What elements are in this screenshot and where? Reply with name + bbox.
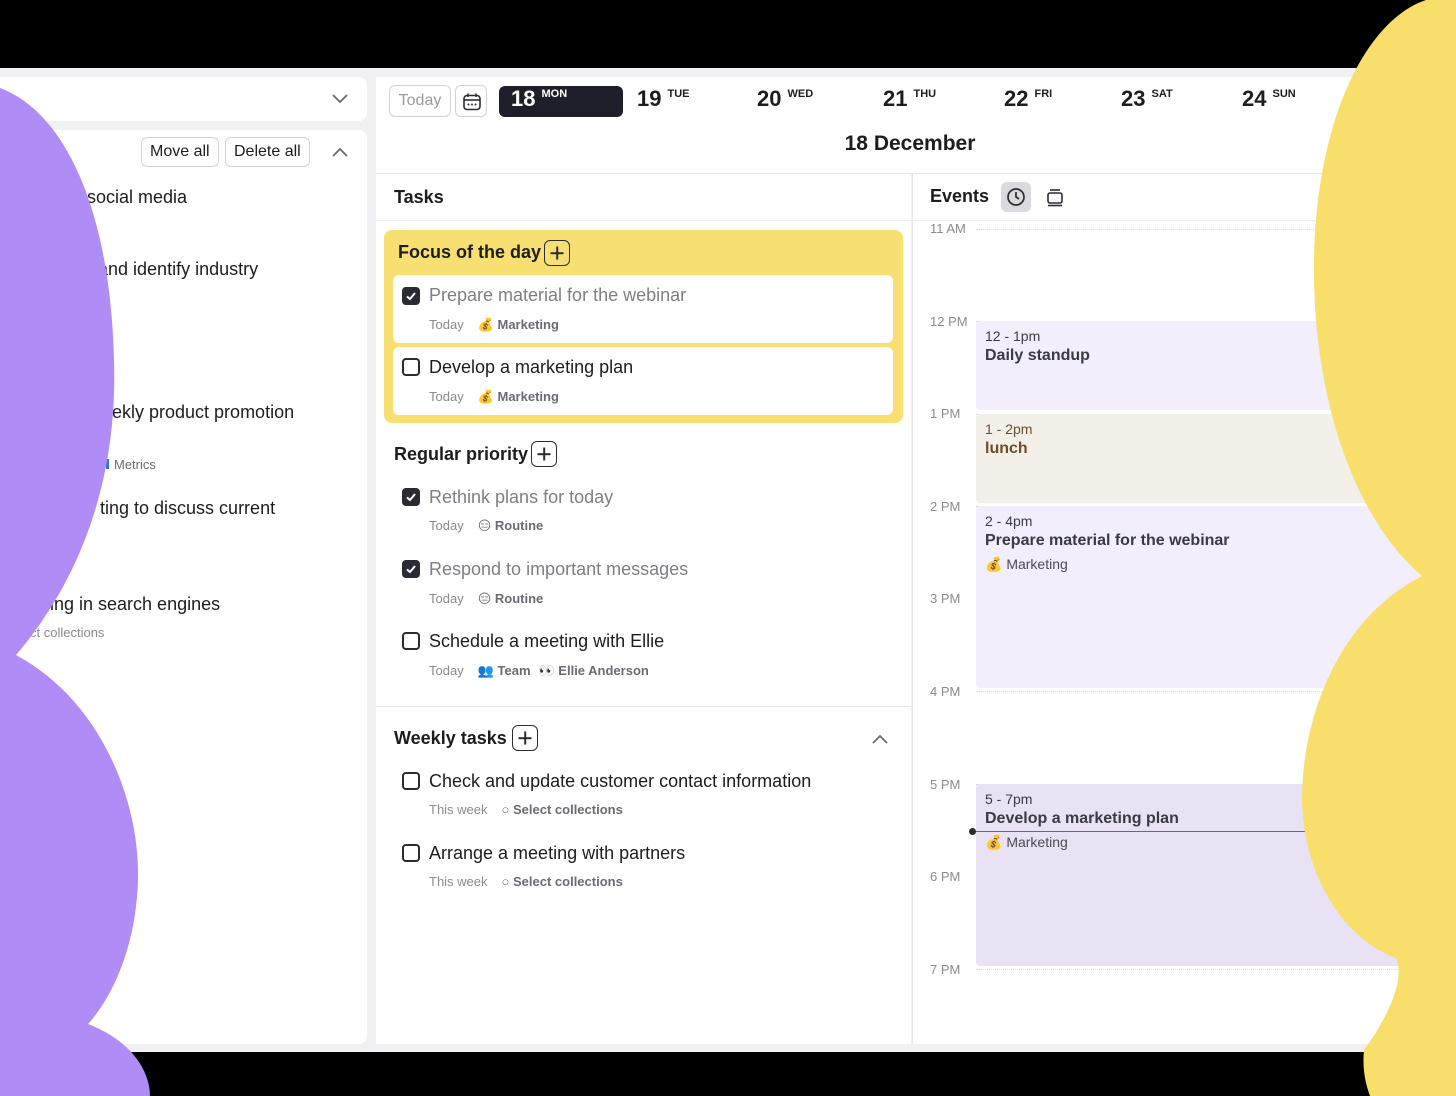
hour-label: 4 PM (930, 684, 961, 699)
task-checkbox[interactable] (402, 287, 420, 305)
task-title[interactable]: Arrange a meeting with partners (429, 843, 685, 864)
task-title[interactable]: Respond to important messages (429, 559, 688, 580)
day-tab-mon[interactable]: 18 MON (499, 86, 623, 117)
day-of-week: TUE (667, 88, 690, 100)
task-title[interactable]: Schedule a meeting with Ellie (429, 631, 664, 652)
task-title[interactable]: Rethink plans for today (429, 487, 613, 508)
task-checkbox[interactable] (402, 632, 420, 650)
task-collection[interactable]: 😑 Routine (478, 518, 544, 533)
task-collection[interactable]: 👥 Team (478, 663, 531, 678)
day-number: 22 (1004, 86, 1029, 111)
focus-title: Focus of the day (398, 242, 542, 262)
chevron-down-icon[interactable] (331, 91, 349, 109)
task-collection[interactable]: 💰 Marketing (478, 317, 559, 332)
timeline-view-button[interactable] (1001, 182, 1031, 212)
day-number: 19 (637, 86, 662, 111)
events-heading: Events (930, 186, 990, 206)
task-meta: This week ○ Select collections (429, 874, 623, 889)
add-weekly-task-button[interactable] (512, 725, 538, 751)
task-due: Today (429, 518, 464, 533)
list-view-button[interactable] (1040, 182, 1070, 212)
calendar-icon (463, 93, 481, 111)
weekly-tasks-title: Weekly tasks (394, 728, 507, 748)
task-due: Today (429, 663, 464, 678)
day-of-week: FRI (1034, 88, 1053, 100)
calendar-button[interactable] (455, 85, 487, 117)
task-title[interactable]: Check and update customer contact inform… (429, 771, 811, 792)
task-assignee[interactable]: 👀 Ellie Anderson (539, 663, 649, 678)
hour-label: 6 PM (930, 869, 961, 884)
divider (376, 706, 911, 707)
task-title[interactable]: Prepare material for the webinar (429, 285, 686, 306)
task-due: Today (429, 591, 464, 606)
check-icon (406, 493, 416, 502)
current-time-line (972, 831, 1312, 832)
task-title[interactable]: Develop a marketing plan (429, 357, 633, 378)
task-due: Today (429, 317, 464, 332)
task-checkbox[interactable] (402, 772, 420, 790)
selected-date-title: 18 December (844, 132, 976, 155)
task-due: Today (429, 389, 464, 404)
day-tab-thu[interactable]: 21 THU (883, 86, 936, 117)
task-meta: Today 😑 Routine (429, 591, 543, 607)
hour-label: 5 PM (930, 777, 961, 792)
purple-blob-decoration (0, 88, 150, 1096)
task-collection[interactable]: 😑 Routine (478, 591, 544, 606)
current-time-indicator (969, 828, 976, 835)
task-meta: Today 👥 Team 👀 Ellie Anderson (429, 663, 649, 679)
day-of-week: SAT (1151, 88, 1173, 100)
hour-label: 11 AM (930, 221, 966, 236)
hour-label: 2 PM (930, 499, 961, 514)
task-meta: Today 💰 Marketing (429, 389, 559, 405)
hour-label: 7 PM (930, 962, 961, 977)
day-of-week: SUN (1272, 88, 1296, 100)
day-of-week: MON (541, 88, 568, 100)
task-checkbox[interactable] (402, 488, 420, 506)
day-number: 21 (883, 86, 908, 111)
task-due: This week (429, 802, 488, 817)
hour-label: 1 PM (930, 406, 961, 421)
divider (376, 220, 911, 221)
task-collection[interactable]: 💰 Marketing (478, 389, 559, 404)
stack-icon (1047, 189, 1063, 207)
check-icon (406, 292, 416, 301)
delete-all-button[interactable]: Delete all (225, 137, 310, 167)
tasks-heading: Tasks (394, 187, 444, 207)
chevron-up-icon[interactable] (871, 732, 889, 750)
day-number: 23 (1121, 86, 1146, 111)
day-number: 18 (511, 86, 536, 111)
select-collections-link[interactable]: ○ Select collections (502, 874, 623, 889)
day-of-week: WED (787, 88, 814, 100)
today-button[interactable]: Today (389, 85, 451, 117)
task-meta: Today 💰 Marketing (429, 317, 559, 333)
task-due: This week (429, 874, 488, 889)
day-of-week: THU (913, 88, 937, 100)
yellow-blob-decoration (1302, 0, 1456, 1096)
regular-priority-title: Regular priority (394, 444, 529, 464)
day-tab-sun[interactable]: 24 SUN (1242, 86, 1296, 117)
day-tab-tue[interactable]: 19 TUE (637, 86, 689, 117)
day-tab-wed[interactable]: 20 WED (757, 86, 813, 117)
day-tab-sat[interactable]: 23 SAT (1121, 86, 1173, 117)
add-focus-task-button[interactable] (544, 240, 570, 266)
hour-label: 12 PM (930, 314, 968, 329)
chevron-up-icon[interactable] (331, 145, 349, 163)
day-tab-fri[interactable]: 22 FRI (1004, 86, 1052, 117)
day-number: 24 (1242, 86, 1267, 111)
task-checkbox[interactable] (402, 560, 420, 578)
task-checkbox[interactable] (402, 358, 420, 376)
add-regular-task-button[interactable] (531, 441, 557, 467)
clock-icon (1007, 188, 1025, 206)
task-meta: This week ○ Select collections (429, 802, 623, 817)
check-icon (406, 565, 416, 574)
select-collections-link[interactable]: ○ Select collections (502, 802, 623, 817)
task-checkbox[interactable] (402, 844, 420, 862)
day-number: 20 (757, 86, 782, 111)
hour-label: 3 PM (930, 591, 961, 606)
task-meta: Today 😑 Routine (429, 518, 543, 534)
